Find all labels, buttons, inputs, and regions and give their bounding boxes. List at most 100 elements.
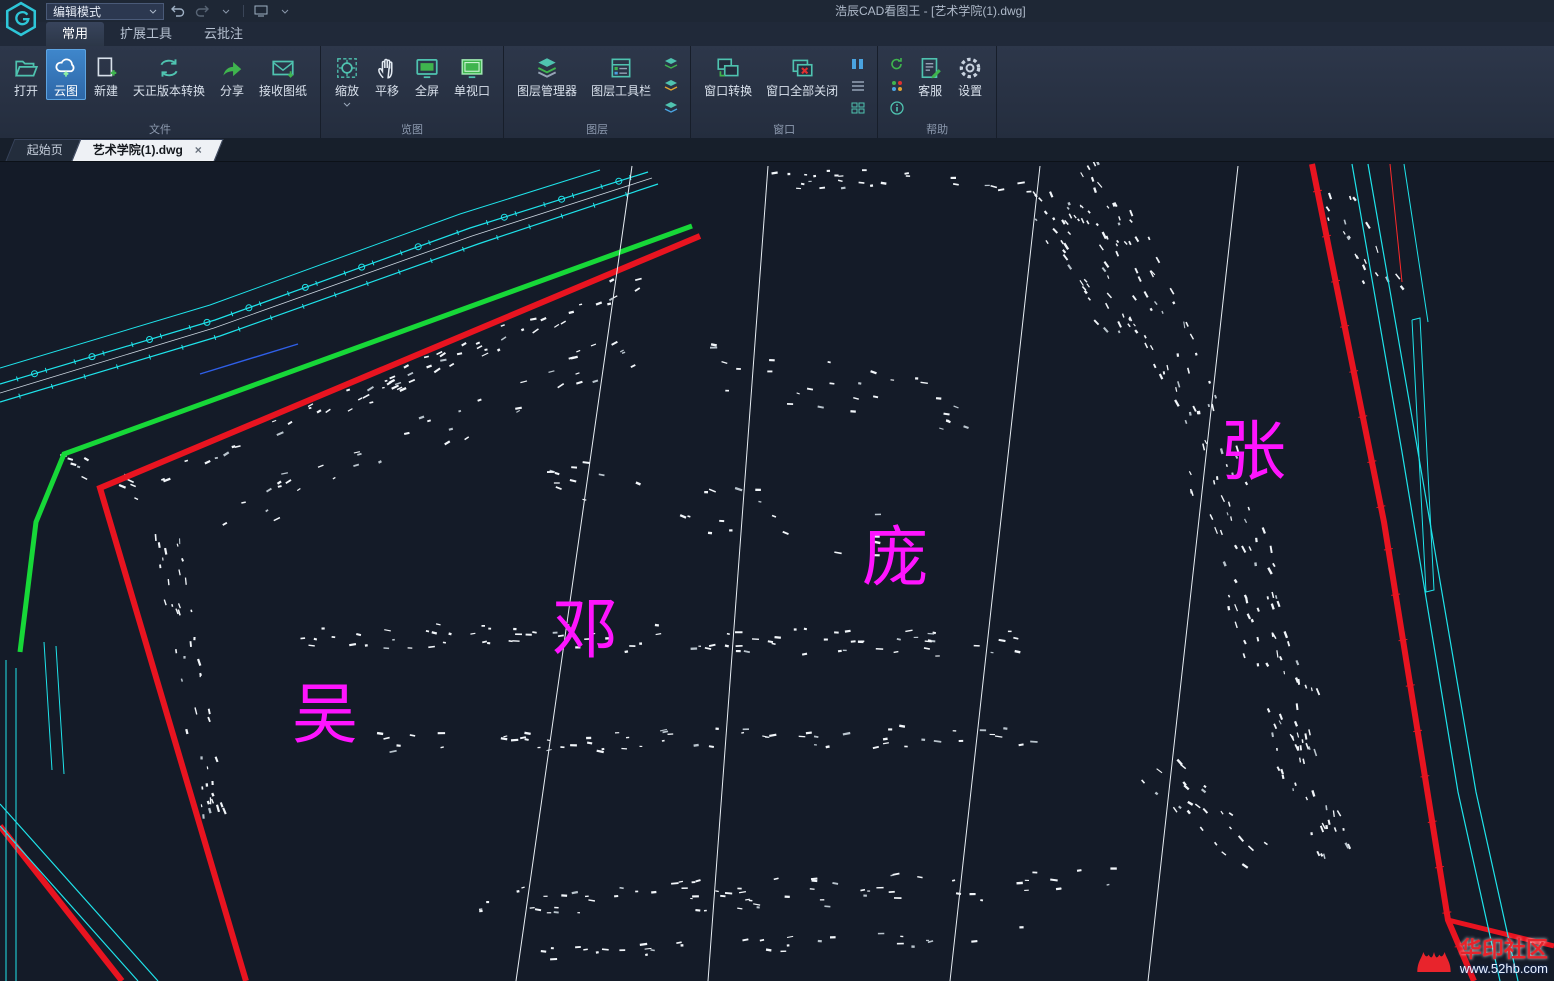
watermark-brand: 华印社区 <box>1460 938 1548 962</box>
open-button[interactable]: 打开 <box>6 49 46 100</box>
receive-drawings-button[interactable]: 接收图纸 <box>252 49 314 100</box>
layer-freeze-icon[interactable] <box>661 77 681 95</box>
tile-vertical-icon[interactable] <box>848 55 868 73</box>
fullscreen-monitor-icon <box>414 54 440 82</box>
right-cyan-slot <box>1412 318 1434 592</box>
window-list-icon[interactable] <box>848 77 868 95</box>
service-doc-icon <box>917 54 943 82</box>
road-blue-segment <box>200 344 298 374</box>
parcel-owner-label: 庞 <box>862 519 928 596</box>
watermark-text: 华印社区 www.52hb.com <box>1460 938 1548 976</box>
watermark-url: www.52hb.com <box>1460 962 1548 976</box>
divider-white-2 <box>708 166 768 981</box>
zoom-target-icon <box>334 54 360 82</box>
parcel-owner-label: 邓 <box>552 591 618 668</box>
right-cyan-1 <box>1352 164 1500 981</box>
screen-view-button[interactable] <box>251 2 271 20</box>
ribbon-tab-bar: 常用 扩展工具 云批注 <box>0 22 1554 46</box>
window-title: 浩辰CAD看图王 - [艺术学院(1).dwg] <box>835 0 1026 22</box>
close-tab-icon[interactable]: × <box>195 140 202 161</box>
envelope-icon <box>270 54 296 82</box>
close-all-windows-button[interactable]: 窗口全部关闭 <box>759 49 845 100</box>
left-cyan-v3 <box>44 642 52 770</box>
boundary-red-right <box>1312 164 1474 981</box>
layer-small-tools <box>658 49 684 123</box>
quick-access-separator <box>243 5 244 17</box>
bottomleft-cyan-2 <box>0 826 138 981</box>
window-switch-button[interactable]: 窗口转换 <box>697 49 759 100</box>
ribbon-tab-extended-tools[interactable]: 扩展工具 <box>104 22 188 46</box>
group-label-window: 窗口 <box>691 121 877 137</box>
ribbon-tab-home[interactable]: 常用 <box>46 22 104 46</box>
boundary-green <box>20 226 692 652</box>
pan-button[interactable]: 平移 <box>367 49 407 100</box>
ribbon-empty-space <box>997 46 1554 138</box>
boundary-red-bottomleft <box>0 826 122 981</box>
ribbon: 打开 云图 新建 天正版本转换 分享 <box>0 46 1554 138</box>
layer-panel-icon <box>608 54 634 82</box>
new-file-icon <box>93 54 119 82</box>
folder-open-icon <box>13 54 39 82</box>
document-tab-bar: 起始页 艺术学院(1).dwg × <box>0 138 1554 162</box>
road-cyan-3 <box>0 170 600 368</box>
cad-canvas[interactable]: 吴 邓 庞 张 <box>0 162 1554 981</box>
ribbon-tab-cloud-annotation[interactable]: 云批注 <box>188 22 259 46</box>
group-label-layer: 图层 <box>504 121 690 137</box>
apps-grid-icon[interactable] <box>887 77 907 95</box>
fullscreen-button[interactable]: 全屏 <box>407 49 447 100</box>
ribbon-group-layer: 图层管理器 图层工具栏 图层 <box>504 46 691 138</box>
redo-button[interactable] <box>192 2 212 20</box>
app-logo-icon[interactable] <box>3 1 41 39</box>
divider-white-4 <box>1148 166 1238 981</box>
viewport-icon <box>459 54 485 82</box>
chevron-down-icon <box>149 9 157 14</box>
share-arrow-icon <box>219 54 245 82</box>
parcel-owner-label: 张 <box>1220 413 1286 490</box>
quick-access-menu-chevron-icon[interactable] <box>275 2 295 20</box>
cloud-icon <box>53 54 79 82</box>
chevron-down-icon <box>343 102 351 107</box>
help-small-tools <box>884 49 910 123</box>
window-small-tools <box>845 49 871 123</box>
bottomleft-cyan-1 <box>0 804 158 981</box>
tianzheng-convert-button[interactable]: 天正版本转换 <box>126 49 212 100</box>
left-cyan-v4 <box>56 646 64 774</box>
new-file-button[interactable]: 新建 <box>86 49 126 100</box>
ribbon-group-file: 打开 云图 新建 天正版本转换 分享 <box>0 46 321 138</box>
cloud-drawing-button[interactable]: 云图 <box>46 49 86 100</box>
convert-arrows-icon <box>156 54 182 82</box>
edit-mode-label: 编辑模式 <box>53 3 101 20</box>
layer-on-icon[interactable] <box>661 55 681 73</box>
watermark-flame-logo-icon <box>1414 937 1454 977</box>
settings-button[interactable]: 设置 <box>950 49 990 100</box>
share-button[interactable]: 分享 <box>212 49 252 100</box>
undo-button[interactable] <box>168 2 188 20</box>
layer-toolbar-button[interactable]: 图层工具栏 <box>584 49 658 100</box>
single-viewport-button[interactable]: 单视口 <box>447 49 497 100</box>
ribbon-group-window: 窗口转换 窗口全部关闭 窗口 <box>691 46 878 138</box>
customer-service-button[interactable]: 客服 <box>910 49 950 100</box>
gear-icon <box>957 54 983 82</box>
layer-lock-icon[interactable] <box>661 99 681 117</box>
zoom-button[interactable]: 缩放 <box>327 49 367 109</box>
watermark: 华印社区 www.52hb.com <box>1414 937 1548 977</box>
ribbon-group-view: 缩放 平移 全屏 单视口 览图 <box>321 46 504 138</box>
right-cyan-3 <box>1404 164 1428 322</box>
survey-point-scatter <box>60 162 1404 960</box>
group-label-view: 览图 <box>321 121 503 137</box>
tile-grid-icon[interactable] <box>848 99 868 117</box>
ribbon-group-help: 客服 设置 帮助 <box>878 46 997 138</box>
group-label-help: 帮助 <box>878 121 996 137</box>
layers-stack-icon <box>534 54 560 82</box>
red-thin-top <box>1390 164 1402 282</box>
edit-mode-dropdown[interactable]: 编辑模式 <box>46 3 164 20</box>
info-icon[interactable] <box>887 99 907 117</box>
divider-white-3 <box>950 166 1040 981</box>
quick-access-chevron-icon[interactable] <box>216 2 236 20</box>
check-update-icon[interactable] <box>887 55 907 73</box>
group-label-file: 文件 <box>0 121 320 137</box>
layer-manager-button[interactable]: 图层管理器 <box>510 49 584 100</box>
title-bar: 编辑模式 浩辰CAD看图王 - [艺术学院(1).dwg] <box>0 0 1554 22</box>
parcel-owner-label: 吴 <box>292 676 358 753</box>
tab-document[interactable]: 艺术学院(1).dwg × <box>72 139 224 161</box>
